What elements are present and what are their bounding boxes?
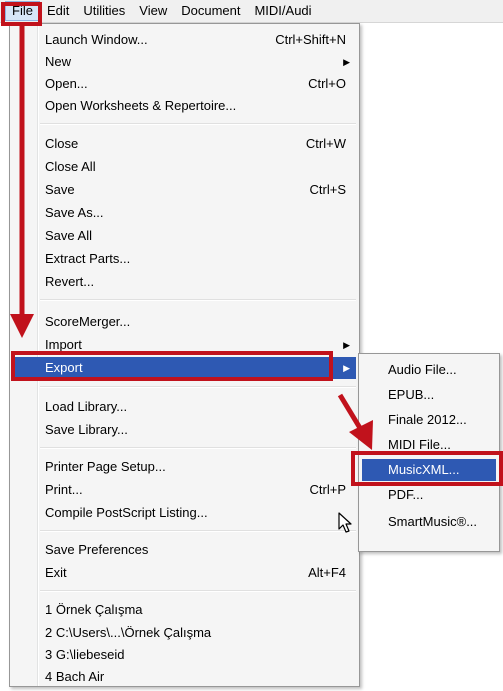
annotation-box-file [1,2,42,26]
menu-item-label: New [45,54,72,69]
menu-document[interactable]: Document [174,0,247,22]
submenu-arrow-icon: ▶ [343,57,350,67]
submenu-arrow-icon: ▶ [343,340,350,350]
mouse-cursor-icon [338,512,352,533]
menu-item-label: 2 C:\Users\...\Örnek Çalışma [45,625,212,640]
submenu-arrow-icon: ▶ [343,363,350,373]
menu-item-compile-postscript[interactable]: Compile PostScript Listing... [13,502,356,524]
shortcut-label: Alt+F4 [308,565,346,580]
annotation-box-musicxml [351,451,503,486]
menu-item-label: Audio File... [388,362,457,377]
menu-edit[interactable]: Edit [40,0,76,22]
menu-item-label: Open... [45,76,88,91]
menu-item-label: Save [45,182,75,197]
menu-item-label: Finale 2012... [388,412,467,427]
menu-separator [40,447,356,449]
annotation-box-export [11,351,333,381]
menu-item-printer-page-setup[interactable]: Printer Page Setup... [13,456,356,478]
menu-separator [40,123,356,125]
menu-item-label: EPUB... [388,387,435,402]
menu-item-label: Open Worksheets & Repertoire... [45,98,237,113]
menu-item-scoremerger[interactable]: ScoreMerger... [13,311,356,333]
menu-item-label: Launch Window... [45,32,148,47]
menu-item-label: 1 Örnek Çalışma [45,602,143,617]
menu-item-label: SmartMusic®... [388,514,478,529]
menu-item-save-library[interactable]: Save Library... [13,419,356,441]
menu-item-save-all[interactable]: Save All [13,225,356,247]
menu-item-label: Save Library... [45,422,128,437]
submenu-item-smartmusic[interactable]: SmartMusic®... [362,511,496,533]
menu-item-close-all[interactable]: Close All [13,156,356,178]
menu-item-label: ScoreMerger... [45,314,131,329]
menu-item-exit[interactable]: Exit Alt+F4 [13,562,356,584]
menu-item-recent-file[interactable]: 1 Örnek Çalışma [13,599,356,621]
menu-item-label: Compile PostScript Listing... [45,505,208,520]
menu-item-recent-file[interactable]: 4 Bach Air [13,666,356,688]
menu-separator [40,299,356,301]
menu-item-recent-file[interactable]: 2 C:\Users\...\Örnek Çalışma [13,622,356,644]
menu-item-label: Printer Page Setup... [45,459,166,474]
submenu-item-epub[interactable]: EPUB... [362,384,496,406]
menu-item-load-library[interactable]: Load Library... [13,396,356,418]
menu-item-open-worksheets[interactable]: Open Worksheets & Repertoire... [13,95,356,117]
shortcut-label: Ctrl+Shift+N [275,32,346,47]
menu-item-launch-window[interactable]: Launch Window... Ctrl+Shift+N [13,29,356,51]
menu-item-revert[interactable]: Revert... [13,271,356,293]
menu-item-save[interactable]: Save Ctrl+S [13,179,356,201]
menu-item-label: Revert... [45,274,95,289]
submenu-item-pdf[interactable]: PDF... [362,484,496,506]
menu-item-label: Load Library... [45,399,128,414]
menu-midi-audio[interactable]: MIDI/Audi [247,0,318,22]
menu-item-label: PDF... [388,487,424,502]
shortcut-label: Ctrl+W [305,136,346,151]
menu-item-save-preferences[interactable]: Save Preferences [13,539,356,561]
menu-item-label: Close All [45,159,96,174]
menu-view[interactable]: View [132,0,174,22]
menu-item-label: Save As... [45,205,104,220]
menu-utilities[interactable]: Utilities [76,0,132,22]
menu-item-label: Exit [45,565,67,580]
menu-item-print[interactable]: Print... Ctrl+P [13,479,356,501]
menu-item-new[interactable]: New ▶ [13,51,356,73]
menu-separator [40,386,356,388]
shortcut-label: Ctrl+S [309,182,346,197]
menu-bar: File Edit Utilities View Document MIDI/A… [0,0,503,23]
shortcut-label: Ctrl+P [309,482,346,497]
menu-item-label: Extract Parts... [45,251,131,266]
menu-item-close[interactable]: Close Ctrl+W [13,133,356,155]
menu-separator [40,590,356,592]
submenu-item-finale-2012[interactable]: Finale 2012... [362,409,496,431]
menu-item-label: 3 G:\liebeseid [45,647,125,662]
menu-item-save-as[interactable]: Save As... [13,202,356,224]
submenu-item-audio-file[interactable]: Audio File... [362,359,496,381]
menu-item-label: Print... [45,482,83,497]
shortcut-label: Ctrl+O [308,76,346,91]
menu-item-label: Save Preferences [45,542,149,557]
menu-item-extract-parts[interactable]: Extract Parts... [13,248,356,270]
menu-item-recent-file[interactable]: 3 G:\liebeseid [13,644,356,666]
menu-item-open[interactable]: Open... Ctrl+O [13,73,356,95]
menu-item-label: Close [45,136,79,151]
menu-separator [40,530,356,532]
menu-item-label: Save All [45,228,92,243]
menu-item-label: 4 Bach Air [45,669,105,684]
